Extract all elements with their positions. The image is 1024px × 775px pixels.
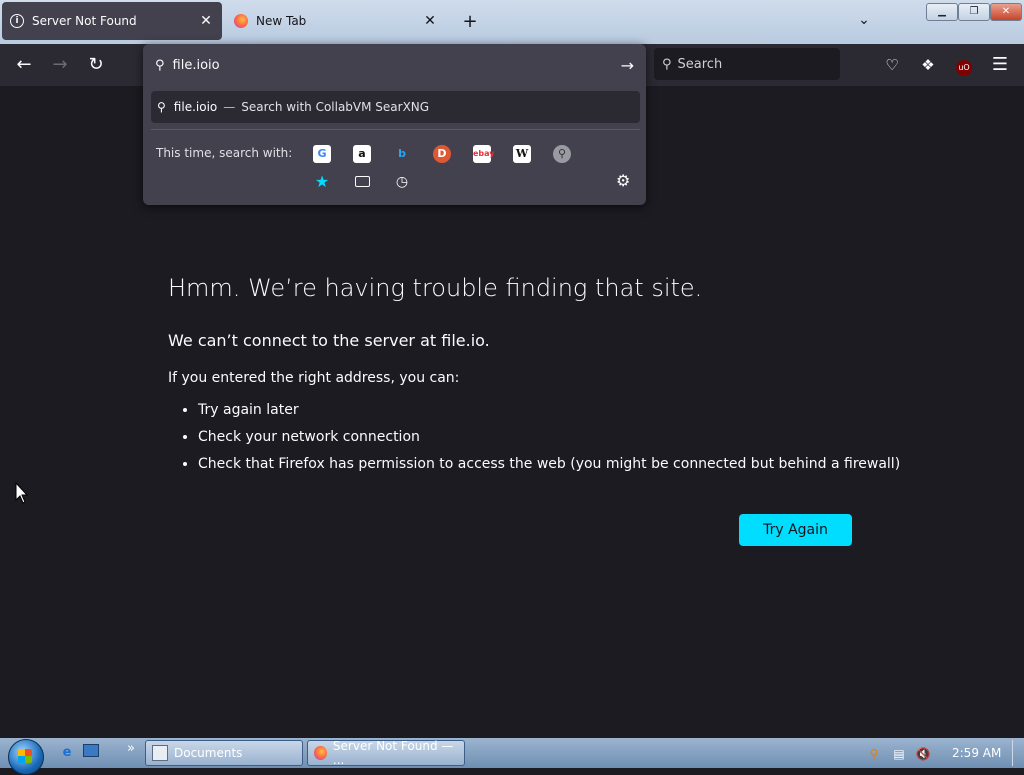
taskbar-label: Documents <box>174 746 243 760</box>
pocket-icon[interactable]: ♡ <box>878 52 906 78</box>
tab-server-not-found[interactable]: i Server Not Found ✕ <box>2 2 222 40</box>
folder-icon <box>152 745 168 761</box>
new-tab-button[interactable]: + <box>458 10 482 34</box>
tabs-icon[interactable] <box>353 173 371 191</box>
error-hint: If you entered the right address, you ca… <box>168 370 460 386</box>
gear-icon[interactable]: ⚙ <box>616 171 630 190</box>
clock: 2:59 AM <box>952 746 1002 760</box>
ebay-icon[interactable]: ebay <box>473 145 495 163</box>
list-all-tabs-button[interactable]: ⌄ <box>852 12 876 32</box>
quicklaunch-overflow-icon[interactable]: » <box>122 740 140 758</box>
suggestion-text: file.ioio <box>173 100 218 114</box>
search-icon: ⚲ <box>155 57 165 73</box>
taskbar: e » Documents Server Not Found — ... ⚲ ▤… <box>0 738 1024 775</box>
show-desktop-icon[interactable] <box>82 744 100 762</box>
error-subtitle: We can’t connect to the server at file.i… <box>168 331 490 350</box>
error-suggestions: Try again later Check your network conne… <box>168 402 900 483</box>
extensions-icon[interactable]: ❖ <box>914 52 942 78</box>
search-placeholder: Search <box>677 56 723 72</box>
taskbar-firefox[interactable]: Server Not Found — ... <box>307 739 465 767</box>
windows-flag-icon <box>18 749 32 763</box>
minimize-button[interactable]: ▁ <box>926 3 958 21</box>
forward-button[interactable]: → <box>46 52 74 78</box>
duckduckgo-icon[interactable]: D <box>433 145 451 163</box>
tab-new-tab[interactable]: New Tab ✕ <box>226 2 446 40</box>
menu-icon[interactable]: ☰ <box>986 52 1014 78</box>
search-icon: ⚲ <box>157 100 166 114</box>
window-close-button[interactable]: ✕ <box>990 3 1022 21</box>
search-icon: ⚲ <box>662 56 672 72</box>
bookmarks-icon[interactable]: ★ <box>313 173 331 191</box>
suggestion-engine: Search with CollabVM SearXNG <box>241 100 430 114</box>
taskbar-documents[interactable]: Documents <box>145 740 303 766</box>
list-item: Try again later <box>198 402 900 419</box>
firefox-icon <box>234 14 248 28</box>
close-tab-icon[interactable]: ✕ <box>422 13 438 29</box>
start-button[interactable] <box>8 739 44 775</box>
tab-strip: i Server Not Found ✕ New Tab ✕ + ⌄ ▁ ❐ ✕ <box>0 0 1024 44</box>
amazon-icon[interactable]: a <box>353 145 371 163</box>
list-item: Check that Firefox has permission to acc… <box>198 456 900 473</box>
ublock-icon[interactable]: uO <box>950 52 978 78</box>
search-suggestion[interactable]: ⚲ file.ioio — Search with CollabVM SearX… <box>151 91 640 123</box>
url-input[interactable]: ⚲ file.ioio → <box>151 52 638 78</box>
urlbar-dropdown: ⚲ file.ioio → ⚲ file.ioio — Search with … <box>143 44 646 205</box>
taskbar-label: Server Not Found — ... <box>332 739 454 767</box>
oneoff-label: This time, search with: <box>156 146 293 160</box>
mouse-cursor-icon <box>15 482 29 504</box>
volume-muted-icon[interactable]: 🔇 <box>915 746 931 762</box>
list-item: Check your network connection <box>198 429 900 446</box>
divider <box>151 129 640 130</box>
show-desktop-button[interactable] <box>1012 740 1023 766</box>
error-title: Hmm. We’re having trouble finding that s… <box>168 274 703 302</box>
history-icon[interactable]: ◷ <box>393 173 411 191</box>
url-value: file.ioio <box>172 57 220 73</box>
restore-button[interactable]: ❐ <box>958 3 990 21</box>
bing-icon[interactable]: b <box>393 145 411 163</box>
internet-explorer-icon[interactable]: e <box>58 744 76 762</box>
network-icon[interactable]: ▤ <box>891 746 907 762</box>
searxng-icon[interactable]: ⚲ <box>553 145 571 163</box>
firefox-icon <box>314 746 327 760</box>
suggestion-separator: — <box>223 100 236 114</box>
tab-label: Server Not Found <box>32 14 137 28</box>
close-tab-icon[interactable]: ✕ <box>198 13 214 29</box>
tab-label: New Tab <box>256 14 307 28</box>
go-arrow-icon[interactable]: → <box>621 56 634 75</box>
info-icon: i <box>10 14 24 28</box>
try-again-button[interactable]: Try Again <box>739 514 852 546</box>
tray-key-icon[interactable]: ⚲ <box>866 746 882 762</box>
reload-button[interactable]: ↻ <box>82 52 110 78</box>
wikipedia-icon[interactable]: W <box>513 145 531 163</box>
back-button[interactable]: ← <box>10 52 38 78</box>
search-bar[interactable]: ⚲ Search <box>654 48 840 80</box>
google-icon[interactable]: G <box>313 145 331 163</box>
